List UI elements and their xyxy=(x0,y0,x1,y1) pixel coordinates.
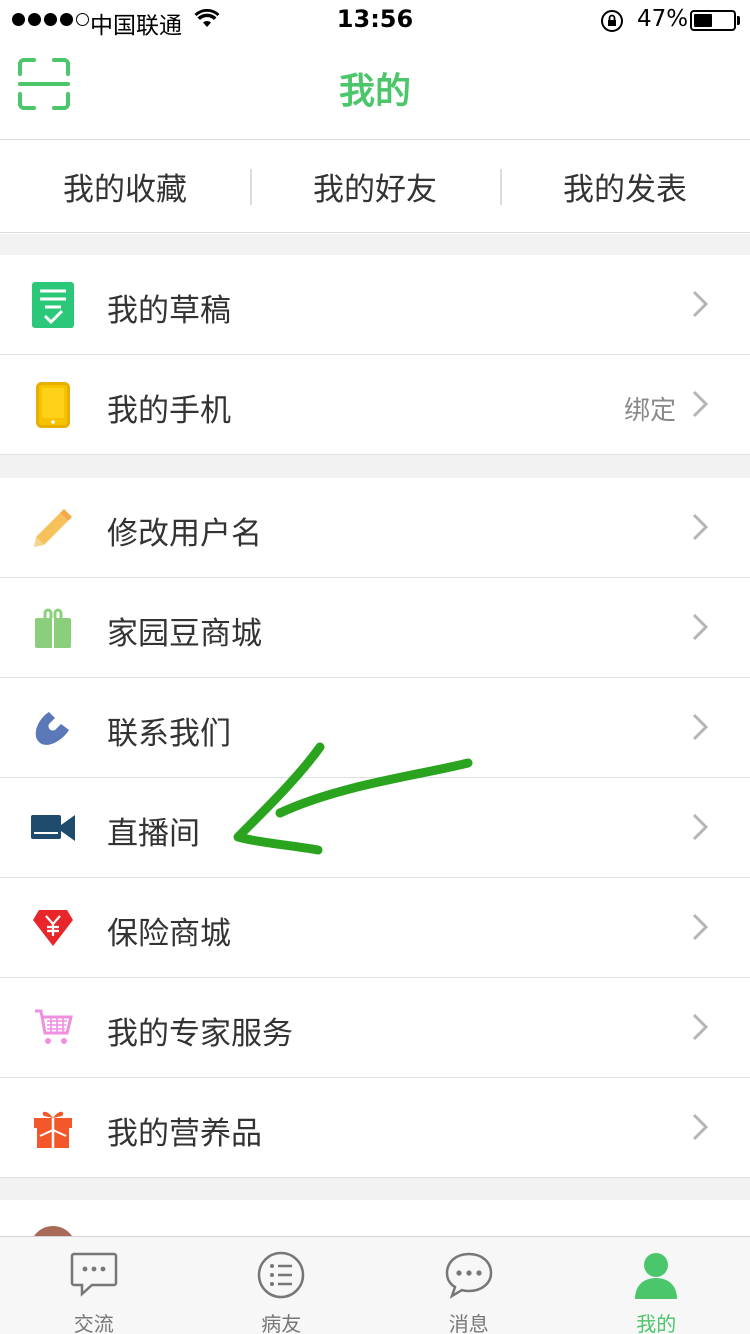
gift-icon xyxy=(30,1105,76,1151)
menu-item-label: 保险商城 xyxy=(107,916,231,952)
message-icon xyxy=(444,1251,494,1303)
menu-item-label: 我的专家服务 xyxy=(107,1016,293,1052)
navigation-bar: 我的 xyxy=(0,40,750,140)
battery-percentage: 47% xyxy=(637,6,689,32)
telephone-icon xyxy=(30,705,76,751)
tab-label: 消息 xyxy=(448,1312,489,1334)
tab-messages[interactable]: 消息 xyxy=(375,1237,563,1334)
tab-community[interactable]: 交流 xyxy=(0,1237,188,1334)
menu-item-label: 家园豆商城 xyxy=(107,616,262,652)
bind-status: 绑定 xyxy=(623,396,676,426)
page-title: 我的 xyxy=(338,71,411,112)
partial-list-item[interactable] xyxy=(0,1200,750,1240)
posts-link[interactable]: 我的发表 xyxy=(500,141,750,232)
battery-icon xyxy=(690,10,736,31)
tab-patient-friends[interactable]: 病友 xyxy=(188,1237,376,1334)
menu-item-label: 直播间 xyxy=(107,816,200,852)
menu-item-bean-mall[interactable]: 家园豆商城 xyxy=(0,578,750,678)
menu-item-label: 我的草稿 xyxy=(107,293,231,329)
tab-me[interactable]: 我的 xyxy=(563,1237,750,1334)
menu-item-label: 修改用户名 xyxy=(107,516,262,552)
phone-icon xyxy=(30,382,76,428)
annotation-arrow-icon xyxy=(233,742,473,855)
menu-item-drafts[interactable]: 我的草稿 xyxy=(0,255,750,355)
status-bar: 中国联通 13:56 47% xyxy=(0,0,750,40)
chevron-right-icon xyxy=(692,813,709,845)
tab-label: 我的 xyxy=(636,1312,677,1334)
friends-link[interactable]: 我的好友 xyxy=(250,141,500,232)
chat-bubble-icon xyxy=(70,1251,118,1301)
pencil-icon xyxy=(30,505,76,551)
section-gap xyxy=(0,1178,750,1200)
profile-shortcuts: 我的收藏 我的好友 我的发表 xyxy=(0,141,750,233)
tab-label: 病友 xyxy=(261,1312,302,1334)
cart-icon xyxy=(30,1005,76,1051)
chevron-right-icon xyxy=(692,290,709,322)
rotation-lock-icon xyxy=(600,9,624,37)
chevron-right-icon xyxy=(692,513,709,545)
menu-item-nutrition[interactable]: 我的营养品 xyxy=(0,1078,750,1178)
list-circle-icon xyxy=(257,1251,305,1303)
person-icon xyxy=(633,1251,679,1303)
draft-icon xyxy=(30,282,76,328)
chevron-right-icon xyxy=(692,390,709,422)
favorites-link[interactable]: 我的收藏 xyxy=(0,141,250,232)
chevron-right-icon xyxy=(692,1013,709,1045)
insurance-gem-icon xyxy=(30,905,76,951)
tab-bar: 交流 病友 消息 我的 xyxy=(0,1236,750,1334)
menu-item-edit-username[interactable]: 修改用户名 xyxy=(0,478,750,578)
menu-item-insurance-mall[interactable]: 保险商城 xyxy=(0,878,750,978)
video-camera-icon xyxy=(30,805,76,851)
section-gap xyxy=(0,234,750,255)
menu-item-phone[interactable]: 我的手机 绑定 xyxy=(0,355,750,455)
menu-item-label: 我的手机 xyxy=(107,393,231,429)
tab-label: 交流 xyxy=(73,1312,114,1334)
shopping-bag-icon xyxy=(30,605,76,651)
chevron-right-icon xyxy=(692,1113,709,1145)
menu-item-label: 联系我们 xyxy=(107,716,231,752)
chevron-right-icon xyxy=(692,713,709,745)
chevron-right-icon xyxy=(692,913,709,945)
section-gap xyxy=(0,455,750,478)
menu-item-expert-service[interactable]: 我的专家服务 xyxy=(0,978,750,1078)
menu-item-label: 我的营养品 xyxy=(107,1116,262,1152)
chevron-right-icon xyxy=(692,613,709,645)
